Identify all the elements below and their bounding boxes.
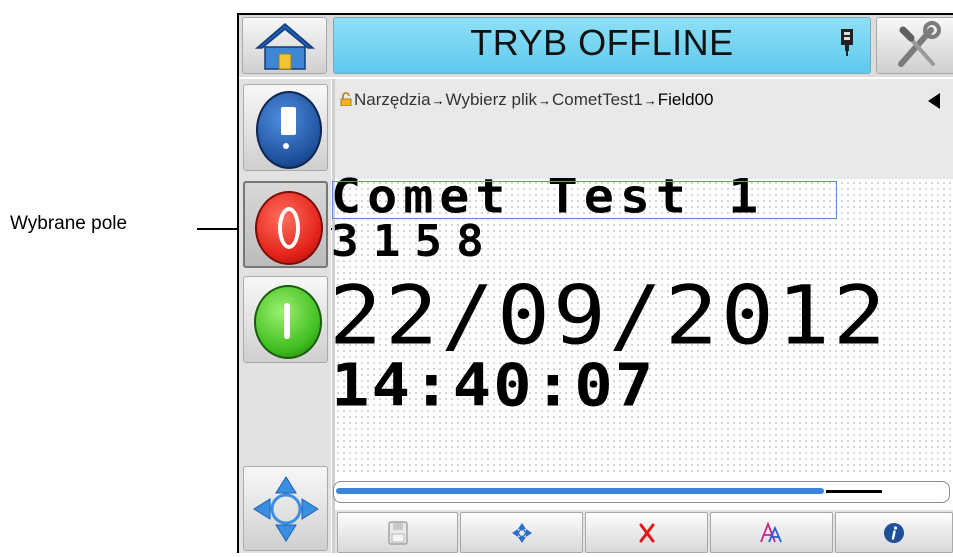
stop-button[interactable] bbox=[243, 181, 328, 268]
ink-cartridge-icon bbox=[841, 29, 853, 56]
move-field-button[interactable] bbox=[460, 512, 583, 553]
font-icon bbox=[759, 521, 782, 542]
start-icon bbox=[254, 285, 322, 359]
breadcrumb-current: Field00 bbox=[657, 90, 714, 109]
selected-field-box bbox=[332, 181, 837, 219]
breadcrumb-separator: → bbox=[431, 93, 445, 108]
ink-button[interactable] bbox=[243, 84, 328, 171]
info-icon bbox=[884, 522, 904, 543]
home-button[interactable] bbox=[242, 17, 327, 74]
delete-icon bbox=[639, 523, 654, 542]
ink-bottle-icon bbox=[256, 91, 322, 169]
message-field-time[interactable]: 14:40:07 bbox=[331, 352, 655, 420]
save-button[interactable] bbox=[337, 512, 458, 553]
save-icon bbox=[387, 520, 408, 545]
message-length-marker bbox=[826, 490, 882, 493]
message-field-date[interactable]: 22/09/2012 bbox=[329, 268, 889, 363]
lock-icon bbox=[340, 92, 352, 106]
breadcrumb-separator: → bbox=[643, 93, 657, 108]
info-button[interactable] bbox=[835, 512, 953, 553]
back-arrow-icon[interactable] bbox=[928, 93, 940, 109]
breadcrumb-item[interactable]: Narzędzia bbox=[354, 90, 431, 109]
breadcrumb-item[interactable]: CometTest1 bbox=[552, 90, 643, 109]
breadcrumb-item[interactable]: Wybierz plik bbox=[446, 90, 537, 109]
delete-field-button[interactable] bbox=[585, 512, 708, 553]
breadcrumb-separator: → bbox=[538, 93, 552, 108]
navigate-button[interactable] bbox=[243, 466, 328, 551]
start-button[interactable] bbox=[243, 276, 328, 363]
breadcrumb: Narzędzia→Wybierz plik→CometTest1→Field0… bbox=[354, 90, 714, 110]
stop-icon bbox=[255, 191, 323, 265]
font-button[interactable] bbox=[710, 512, 833, 553]
tools-icon bbox=[898, 21, 941, 67]
move-arrows-icon bbox=[253, 476, 319, 542]
message-field-counter[interactable]: 3158 bbox=[331, 215, 498, 266]
tools-button[interactable] bbox=[876, 17, 953, 74]
callout-label: Wybrane pole bbox=[10, 213, 128, 234]
move-field-icon bbox=[511, 522, 532, 543]
message-length-fill bbox=[336, 488, 824, 494]
home-icon bbox=[254, 23, 316, 70]
page-title: TRYB OFFLINE bbox=[470, 22, 734, 63]
